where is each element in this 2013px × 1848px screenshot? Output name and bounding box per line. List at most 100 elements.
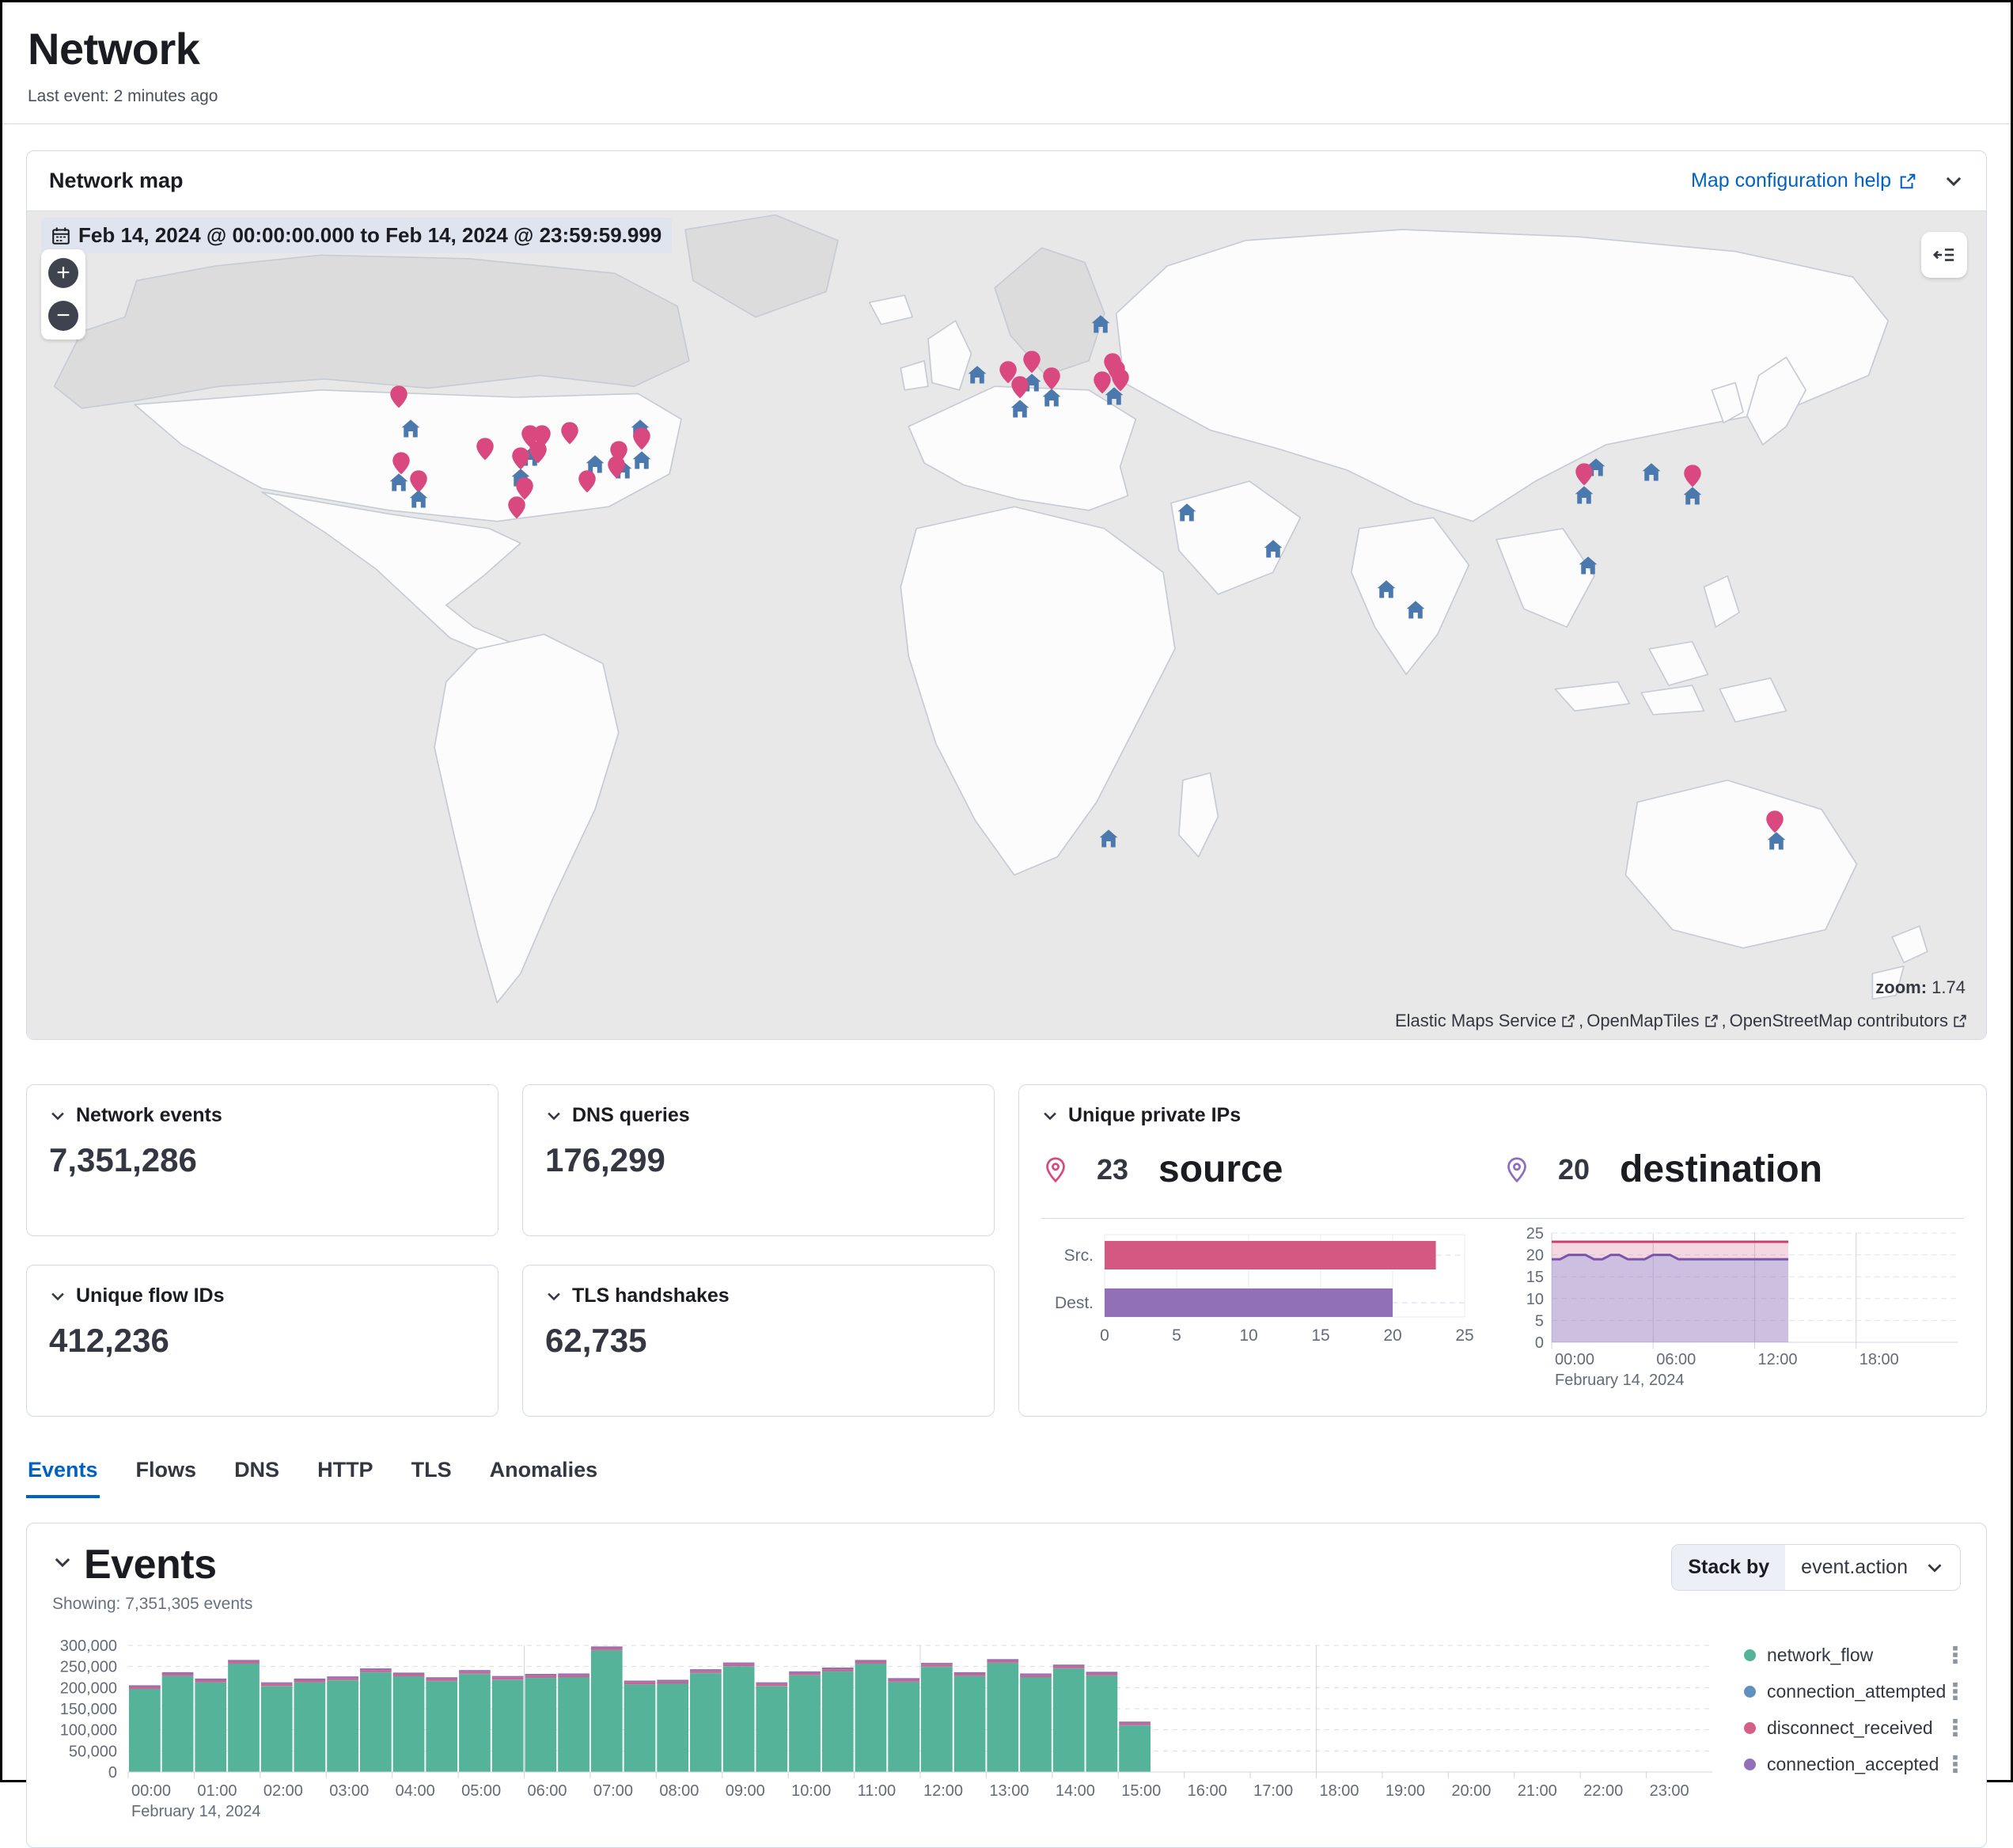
map-home-marker[interactable] xyxy=(400,419,421,442)
tab-http[interactable]: HTTP xyxy=(316,1453,375,1498)
kpi-label: Network events xyxy=(76,1104,222,1127)
map-home-marker[interactable] xyxy=(408,489,429,513)
svg-text:21:00: 21:00 xyxy=(1518,1782,1557,1800)
chevron-down-icon[interactable] xyxy=(52,1552,73,1573)
map-home-marker[interactable] xyxy=(1766,831,1787,855)
chevron-down-icon[interactable] xyxy=(545,1288,563,1305)
kpi-value: 7,351,286 xyxy=(49,1141,476,1179)
map-canvas[interactable]: Feb 14, 2024 @ 00:00:00.000 to Feb 14, 2… xyxy=(27,211,1986,1039)
kpi-label: DNS queries xyxy=(572,1104,690,1127)
legend-item-network_flow: network_flow xyxy=(1744,1641,1961,1669)
panel-collapse-chevron-icon[interactable] xyxy=(1943,171,1964,192)
attribution-link[interactable]: Elastic Maps Service xyxy=(1395,1011,1575,1031)
map-home-marker[interactable] xyxy=(1090,314,1111,338)
kpi-network-events: Network events 7,351,286 xyxy=(26,1084,499,1236)
map-home-marker[interactable] xyxy=(1578,556,1598,579)
network-map-panel: Network map Map configuration help xyxy=(26,150,1987,1040)
svg-text:150,000: 150,000 xyxy=(60,1701,117,1718)
map-pin-marker[interactable] xyxy=(559,422,580,448)
network-tabs: Events Flows DNS HTTP TLS Anomalies xyxy=(26,1453,1987,1499)
destination-ips-count: 20 xyxy=(1558,1153,1590,1186)
map-home-marker[interactable] xyxy=(1010,399,1030,423)
events-legend: network_flow connection_attempted disconne… xyxy=(1723,1637,1961,1831)
kpi-label: TLS handshakes xyxy=(572,1284,730,1307)
chevron-down-icon[interactable] xyxy=(545,1107,563,1125)
map-home-marker[interactable] xyxy=(389,472,409,496)
map-pin-marker[interactable] xyxy=(389,385,410,412)
map-home-marker[interactable] xyxy=(1263,539,1283,563)
svg-text:11:00: 11:00 xyxy=(858,1782,897,1800)
svg-text:08:00: 08:00 xyxy=(659,1782,699,1800)
calendar-icon xyxy=(51,226,70,245)
attribution-link[interactable]: OpenStreetMap contributors xyxy=(1730,1011,1967,1031)
legend-label[interactable]: network_flow xyxy=(1767,1645,1950,1666)
map-home-marker[interactable] xyxy=(1405,600,1426,624)
svg-text:February 14, 2024: February 14, 2024 xyxy=(131,1803,260,1820)
map-pin-marker[interactable] xyxy=(475,438,496,464)
legend-label[interactable]: connection_accepted xyxy=(1767,1754,1950,1775)
map-home-marker[interactable] xyxy=(967,365,988,389)
chevron-down-icon[interactable] xyxy=(49,1288,66,1305)
events-histogram: 050,000100,000150,000200,000250,000300,0… xyxy=(52,1637,1723,1831)
svg-text:100,000: 100,000 xyxy=(60,1722,117,1740)
map-home-marker[interactable] xyxy=(1376,579,1397,603)
events-showing-count: Showing: 7,351,305 events xyxy=(52,1595,252,1614)
map-home-marker[interactable] xyxy=(631,450,652,474)
kpi-value: 176,299 xyxy=(545,1141,972,1179)
unique-private-ips-panel: Unique private IPs 23 source 20 destinat… xyxy=(1018,1084,1987,1417)
legend-label[interactable]: connection_attempted xyxy=(1767,1681,1950,1702)
map-home-marker[interactable] xyxy=(1682,486,1703,510)
tab-flows[interactable]: Flows xyxy=(135,1453,199,1498)
map-home-marker[interactable] xyxy=(1574,485,1594,509)
svg-text:25: 25 xyxy=(1526,1227,1544,1243)
chevron-down-icon[interactable] xyxy=(49,1107,66,1125)
attribution-link[interactable]: OpenMapTiles xyxy=(1587,1011,1718,1031)
legend-options-icon[interactable] xyxy=(1950,1681,1961,1702)
tab-dns[interactable]: DNS xyxy=(233,1453,281,1498)
source-ips-stat: 23 source xyxy=(1041,1148,1503,1191)
stack-by-label: Stack by xyxy=(1672,1545,1785,1590)
legend-options-icon[interactable] xyxy=(1950,1717,1961,1738)
legend-options-icon[interactable] xyxy=(1950,1645,1961,1665)
source-ips-label: source xyxy=(1158,1148,1283,1191)
external-link-icon xyxy=(1899,173,1916,190)
map-zoom-controls: + − xyxy=(41,249,85,340)
map-configuration-help-link[interactable]: Map configuration help xyxy=(1691,169,1916,192)
map-pin-marker[interactable] xyxy=(606,456,627,482)
svg-text:05:00: 05:00 xyxy=(461,1782,501,1800)
svg-text:0: 0 xyxy=(1100,1326,1109,1345)
zoom-in-button[interactable]: + xyxy=(48,258,78,288)
map-home-marker[interactable] xyxy=(1177,503,1197,526)
svg-text:15:00: 15:00 xyxy=(1121,1782,1161,1800)
map-home-marker[interactable] xyxy=(1098,829,1119,852)
svg-text:0: 0 xyxy=(1535,1334,1544,1352)
svg-text:Src.: Src. xyxy=(1064,1247,1094,1265)
svg-text:18:00: 18:00 xyxy=(1859,1351,1899,1368)
legend-item-connection_accepted: connection_accepted xyxy=(1744,1750,1961,1778)
svg-text:15: 15 xyxy=(1526,1269,1544,1286)
tab-anomalies[interactable]: Anomalies xyxy=(488,1453,600,1498)
legend-color-dot xyxy=(1744,1722,1756,1734)
map-home-marker[interactable] xyxy=(1104,386,1124,410)
tab-tls[interactable]: TLS xyxy=(410,1453,453,1498)
legend-options-icon[interactable] xyxy=(1950,1754,1961,1774)
chevron-down-icon[interactable] xyxy=(1041,1107,1059,1125)
map-legend-toggle-button[interactable] xyxy=(1921,232,1967,278)
divider xyxy=(1041,1218,1964,1219)
kpi-label: Unique flow IDs xyxy=(76,1284,225,1307)
map-pin-marker[interactable] xyxy=(577,470,598,496)
chevron-down-icon xyxy=(1925,1558,1944,1577)
legend-label[interactable]: disconnect_received xyxy=(1767,1717,1950,1739)
svg-text:16:00: 16:00 xyxy=(1188,1782,1227,1800)
stack-by-value: event.action xyxy=(1801,1556,1908,1579)
kpi-value: 62,735 xyxy=(545,1322,972,1360)
tab-events[interactable]: Events xyxy=(26,1453,100,1498)
zoom-out-button[interactable]: − xyxy=(48,301,78,331)
map-home-marker[interactable] xyxy=(1641,462,1662,486)
map-pin-marker[interactable] xyxy=(506,496,528,522)
map-home-marker[interactable] xyxy=(1041,388,1062,412)
location-pin-icon xyxy=(1041,1155,1070,1184)
stack-by-select[interactable]: event.action xyxy=(1785,1545,1960,1590)
svg-text:0: 0 xyxy=(108,1764,117,1782)
svg-text:12:00: 12:00 xyxy=(1757,1351,1797,1368)
